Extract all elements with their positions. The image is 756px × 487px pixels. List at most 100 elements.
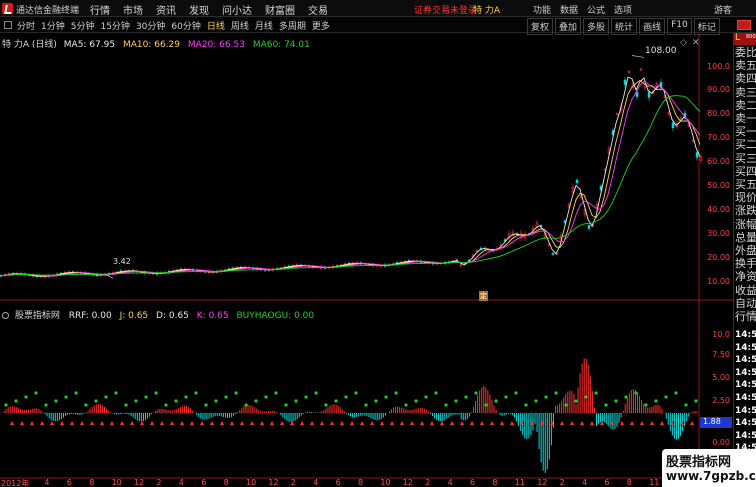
quote-field-label: 行情 bbox=[735, 310, 756, 323]
date-tick: 10 bbox=[380, 478, 391, 487]
candle-body bbox=[551, 253, 555, 255]
sell-marker bbox=[570, 421, 574, 425]
date-tick: 2 bbox=[290, 478, 296, 487]
buy-marker bbox=[544, 395, 548, 399]
sell-marker bbox=[280, 421, 284, 425]
sell-marker bbox=[460, 421, 464, 425]
buy-marker bbox=[554, 391, 558, 395]
menu-item-xuanxiang[interactable]: 选项 bbox=[614, 3, 632, 16]
event-badge[interactable]: 定 bbox=[479, 291, 488, 301]
panel-toggle-icon[interactable] bbox=[737, 20, 751, 30]
kline-chart[interactable]: 特 力A (日线) MA5: 67.95 MA10: 66.29 MA20: 6… bbox=[0, 33, 733, 487]
buy-marker bbox=[294, 399, 298, 403]
period-tab-fenshi[interactable]: 分时 bbox=[17, 19, 35, 32]
price-tick: 40.00 bbox=[707, 205, 730, 214]
period-tab-multi[interactable]: 多周期 bbox=[279, 19, 306, 32]
buy-marker bbox=[424, 395, 428, 399]
candle-body bbox=[623, 79, 627, 85]
indicator-icon[interactable] bbox=[2, 312, 9, 319]
legend-ma10: MA10: 66.29 bbox=[122, 40, 181, 50]
period-tab-weekly[interactable]: 周线 bbox=[231, 19, 249, 32]
date-tick: 8 bbox=[492, 478, 498, 487]
period-tab-more[interactable]: 更多 bbox=[312, 19, 330, 32]
buy-marker bbox=[84, 403, 88, 407]
sell-marker bbox=[230, 421, 234, 425]
menu-item-faxian[interactable]: 发现 bbox=[189, 2, 209, 17]
chart-close-icon[interactable]: ✕ bbox=[692, 38, 700, 48]
buy-marker bbox=[474, 391, 478, 395]
menu-item-wenxiaoda[interactable]: 问小达 bbox=[222, 2, 252, 17]
buy-marker bbox=[664, 395, 668, 399]
date-tick: 12 bbox=[268, 478, 279, 487]
date-axis: 2012年 4 6 8 10 12 2 4 6 8 10 12 2 4 6 8 10 12 2 4 6 8 11 12 2 4 6 8… bbox=[0, 478, 733, 487]
menu-item-hangqing[interactable]: 行情 bbox=[90, 2, 110, 17]
date-tick: 6 bbox=[604, 478, 610, 487]
buy-marker bbox=[634, 391, 638, 395]
app-title: 通达信金融终端 bbox=[16, 6, 80, 16]
buy-marker bbox=[494, 399, 498, 403]
indicator-tick: 5.00 bbox=[712, 373, 730, 382]
buy-marker bbox=[184, 395, 188, 399]
buy-marker bbox=[454, 399, 458, 403]
buy-marker bbox=[154, 391, 158, 395]
quote-field-label: 卖二 bbox=[735, 98, 756, 112]
date-tick: 12 bbox=[134, 478, 145, 487]
buy-marker bbox=[364, 403, 368, 407]
sell-marker bbox=[480, 421, 484, 425]
menu-item-shuju[interactable]: 数据 bbox=[560, 3, 578, 16]
layout-icon[interactable] bbox=[4, 21, 12, 29]
price-tick: 100.0 bbox=[707, 62, 730, 71]
date-tick: 8 bbox=[223, 478, 229, 487]
legend-rrf: RRF: 0.00 bbox=[68, 311, 112, 321]
guest-user[interactable]: 游客 bbox=[714, 3, 732, 16]
sell-marker bbox=[390, 421, 394, 425]
menu-item-caifuquan[interactable]: 财富圈 bbox=[265, 2, 295, 17]
sell-marker bbox=[70, 421, 74, 425]
chart-settings-icon[interactable]: ◇ bbox=[680, 38, 687, 48]
sell-marker bbox=[340, 421, 344, 425]
menu-item-gongshi[interactable]: 公式 bbox=[587, 3, 605, 16]
sell-marker bbox=[190, 421, 194, 425]
sell-marker bbox=[310, 421, 314, 425]
period-tab-30min[interactable]: 30分钟 bbox=[136, 19, 165, 32]
menu-item-gongneng[interactable]: 功能 bbox=[533, 3, 551, 16]
buy-marker bbox=[404, 403, 408, 407]
period-tab-1min[interactable]: 1分钟 bbox=[41, 19, 65, 32]
sell-marker bbox=[30, 421, 34, 425]
buy-marker bbox=[574, 399, 578, 403]
date-tick: 10 bbox=[246, 478, 257, 487]
date-tick: 2 bbox=[559, 478, 565, 487]
date-tick: 6 bbox=[66, 478, 72, 487]
period-tab-60min[interactable]: 60分钟 bbox=[171, 19, 200, 32]
period-tab-5min[interactable]: 5分钟 bbox=[71, 19, 95, 32]
period-tab-15min[interactable]: 15分钟 bbox=[100, 19, 129, 32]
sidebar-header[interactable]: L 8000 bbox=[734, 33, 756, 45]
sell-marker bbox=[360, 421, 364, 425]
buy-marker bbox=[54, 399, 58, 403]
candle-body bbox=[671, 122, 675, 129]
sell-marker bbox=[200, 421, 204, 425]
date-tick: 11 bbox=[649, 478, 660, 487]
sell-marker bbox=[580, 421, 584, 425]
date-tick: 2012年 bbox=[1, 479, 30, 487]
sell-marker bbox=[180, 421, 184, 425]
quote-field-label: 卖一 bbox=[735, 112, 756, 125]
quote-field-label: 买四 bbox=[735, 164, 756, 178]
menu-item-zixun[interactable]: 资讯 bbox=[156, 2, 176, 17]
sell-marker bbox=[660, 421, 664, 425]
period-tab-daily[interactable]: 日线 bbox=[207, 19, 225, 32]
sell-marker bbox=[40, 421, 44, 425]
candle-body bbox=[647, 92, 651, 98]
menu-item-jiaoyi[interactable]: 交易 bbox=[308, 2, 328, 17]
buy-marker bbox=[434, 391, 438, 395]
menu-item-shichang[interactable]: 市场 bbox=[123, 2, 143, 17]
sell-marker bbox=[490, 421, 494, 425]
period-tab-monthly[interactable]: 月线 bbox=[255, 19, 273, 32]
date-tick: 2 bbox=[425, 478, 431, 487]
tick-time: 14:56 bbox=[735, 342, 756, 353]
quote-field-label: 涨跌 bbox=[735, 204, 756, 218]
buy-marker bbox=[584, 395, 588, 399]
sell-marker bbox=[510, 421, 514, 425]
buy-marker bbox=[74, 391, 78, 395]
login-warning[interactable]: 证券交易未登录 bbox=[414, 3, 477, 16]
